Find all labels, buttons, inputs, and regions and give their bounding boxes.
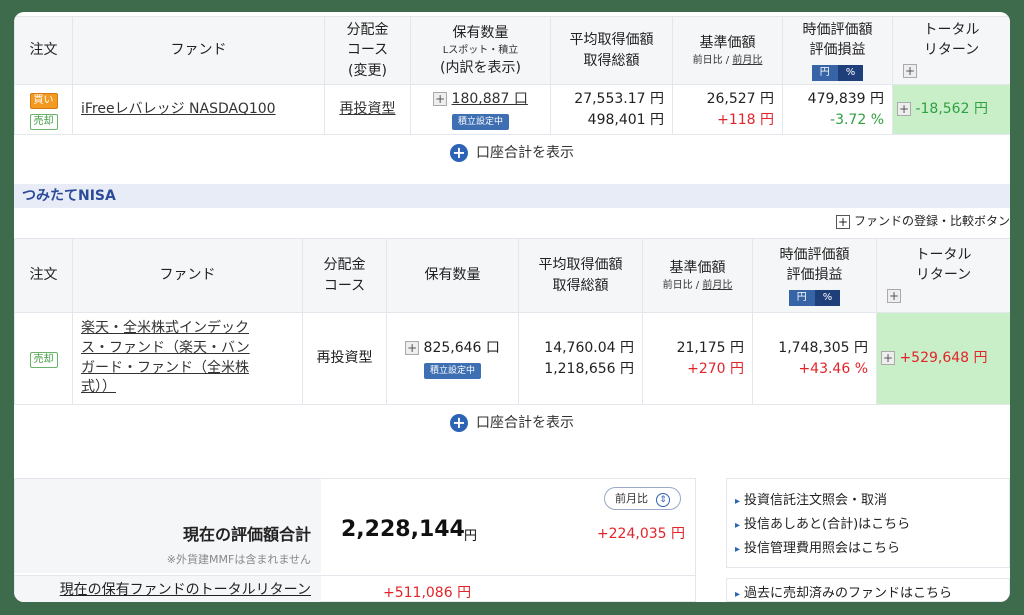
total-return: +529,648 円 (899, 350, 988, 367)
plus-circle-icon: + (450, 414, 468, 432)
yen-pct-toggle[interactable]: 円 % (811, 64, 864, 82)
valuation-diff: +224,035 円 (596, 526, 685, 542)
toggle-yen[interactable]: 円 (788, 289, 815, 307)
show-account-total-button[interactable]: + 口座合計を表示 (14, 142, 1010, 162)
valuation-summary: 現在の評価額合計 ※外貨建MMFは含まれません 2,228,144 円 前月比 ⇕… (14, 478, 696, 602)
total-return-value: +511,086 円 (383, 585, 472, 601)
base-price-diff: +118 円 (717, 111, 774, 128)
header-market-value: 時価評価額 評価損益 円 % (752, 238, 877, 313)
header-fund: ファンド (72, 238, 303, 313)
toggle-yen[interactable]: 円 (811, 64, 838, 82)
sell-button[interactable]: 売却 (29, 113, 58, 130)
table-row: 買い 売却 iFreeレバレッジ NASDAQ100 再投資型 + 180,88… (14, 84, 1010, 135)
reserve-status-badge[interactable]: 積立設定中 (423, 362, 481, 379)
fund-name-link[interactable]: iFreeレバレッジ NASDAQ100 (81, 101, 276, 117)
header-base-price: 基準価額 前日比 / 前月比 (672, 16, 783, 85)
prev-month-link[interactable]: 前月比 (702, 280, 732, 291)
nisa-holdings-table: 注文 ファンド 分配金 コース 保有数量 平均取得価額 取得総額 基準価額 前日… (14, 238, 1010, 405)
buy-button[interactable]: 買い (29, 93, 58, 110)
total-return-link[interactable]: 現在の保有ファンドのトータルリターン (15, 576, 321, 602)
arrow-right-icon: ▸ (735, 589, 741, 600)
arrow-right-icon: ▸ (735, 544, 741, 555)
links-panel: ▸ 投資信託注文照会・取消 ▸ 投信あしあと(合計)はこちら ▸ 投信管理費用照会はこ… (726, 478, 1010, 568)
base-price-diff: +270 円 (687, 360, 744, 377)
header-avg-price: 平均取得価額 取得総額 (518, 238, 643, 313)
summary-note: ※外貨建MMFは含まれません (166, 553, 311, 566)
arrow-right-icon: ▸ (735, 520, 741, 531)
quantity-value: 825,646 口 (423, 340, 500, 357)
prev-month-link[interactable]: 前月比 (732, 55, 762, 66)
header-base-price: 基準価額 前日比 / 前月比 (642, 238, 753, 313)
link-management-fee[interactable]: ▸ 投信管理費用照会はこちら (735, 537, 1001, 561)
table-row: 売却 楽天・全米株式インデック ス・ファンド（楽天・バン ガード・ファンド（全米… (14, 312, 1010, 405)
breakdown-link[interactable]: (内訳を表示) (411, 58, 550, 78)
expand-icon[interactable]: + (433, 92, 448, 107)
summary-label: 現在の評価額合計 (182, 525, 311, 544)
header-fund: ファンド (72, 16, 325, 85)
avg-price: 14,760.04 円 (544, 340, 634, 357)
link-order-inquiry[interactable]: ▸ 投資信託注文照会・取消 (735, 489, 1001, 513)
total-valuation: 2,228,144 (341, 517, 465, 542)
course-value: 再投資型 (302, 312, 387, 405)
profit-loss-pct: +43.46 % (798, 360, 868, 377)
market-value: 1,748,305 円 (778, 340, 868, 357)
header-total-return: トータル リターン + (892, 16, 1010, 85)
expand-icon[interactable]: + (897, 102, 911, 117)
expand-icon[interactable]: + (881, 351, 895, 366)
quantity-link[interactable]: 180,887 口 (452, 91, 528, 107)
show-account-total-button[interactable]: + 口座合計を表示 (14, 412, 1010, 432)
plus-icon: + (835, 214, 850, 229)
comparison-select[interactable]: 前月比 ⇕ (604, 487, 681, 510)
fund-holdings-panel: 注文 ファンド 分配金 コース (変更) 保有数量 Lスポット・積立 (内訳を表… (14, 12, 1010, 602)
expand-icon[interactable]: + (887, 288, 901, 303)
link-sold-funds[interactable]: ▸ 過去に売却済みのファンドはこちら (726, 578, 1010, 602)
toggle-pct[interactable]: % (837, 64, 864, 82)
header-market-value: 時価評価額 評価損益 円 % (782, 16, 893, 85)
base-price: 21,175 円 (676, 340, 744, 357)
avg-total: 498,401 円 (587, 111, 664, 128)
course-change-link[interactable]: (変更) (325, 61, 410, 81)
header-order: 注文 (14, 16, 73, 85)
plus-circle-icon: + (450, 144, 468, 162)
course-link[interactable]: 再投資型 (340, 101, 396, 117)
profit-loss-pct: -3.72 % (830, 111, 884, 128)
header-course: 分配金 コース (変更) (324, 16, 411, 85)
sell-button[interactable]: 売却 (29, 352, 58, 369)
expand-icon[interactable]: + (405, 341, 420, 356)
yen-unit: 円 (464, 529, 478, 544)
avg-total: 1,218,656 円 (544, 360, 634, 377)
header-avg-price: 平均取得価額 取得総額 (550, 16, 673, 85)
toggle-pct[interactable]: % (814, 289, 841, 307)
section-title: つみたてNISA (14, 184, 1010, 208)
chevron-updown-icon: ⇕ (656, 493, 670, 507)
avg-price: 27,553.17 円 (574, 91, 664, 108)
reserve-status-badge[interactable]: 積立設定中 (451, 113, 509, 130)
total-return: -18,562 円 (915, 101, 988, 118)
header-course: 分配金 コース (302, 238, 387, 313)
expand-icon[interactable]: + (903, 63, 917, 78)
header-total-return: トータル リターン + (876, 238, 1010, 313)
header-quantity: 保有数量 Lスポット・積立 (内訳を表示) (410, 16, 551, 85)
fund-compare-button[interactable]: + ファンドの登録・比較ボタン (835, 212, 1010, 229)
market-value: 479,839 円 (807, 91, 884, 108)
yen-pct-toggle[interactable]: 円 % (788, 289, 841, 307)
header-quantity: 保有数量 (386, 238, 519, 313)
link-ashiato[interactable]: ▸ 投信あしあと(合計)はこちら (735, 513, 1001, 537)
base-price: 26,527 円 (706, 91, 774, 108)
fund-name-link[interactable]: 楽天・全米株式インデック ス・ファンド（楽天・バン ガード・ファンド（全米株 式… (81, 320, 250, 395)
header-order: 注文 (14, 238, 73, 313)
arrow-right-icon: ▸ (735, 496, 741, 507)
holdings-table: 注文 ファンド 分配金 コース (変更) 保有数量 Lスポット・積立 (内訳を表… (14, 16, 1010, 135)
